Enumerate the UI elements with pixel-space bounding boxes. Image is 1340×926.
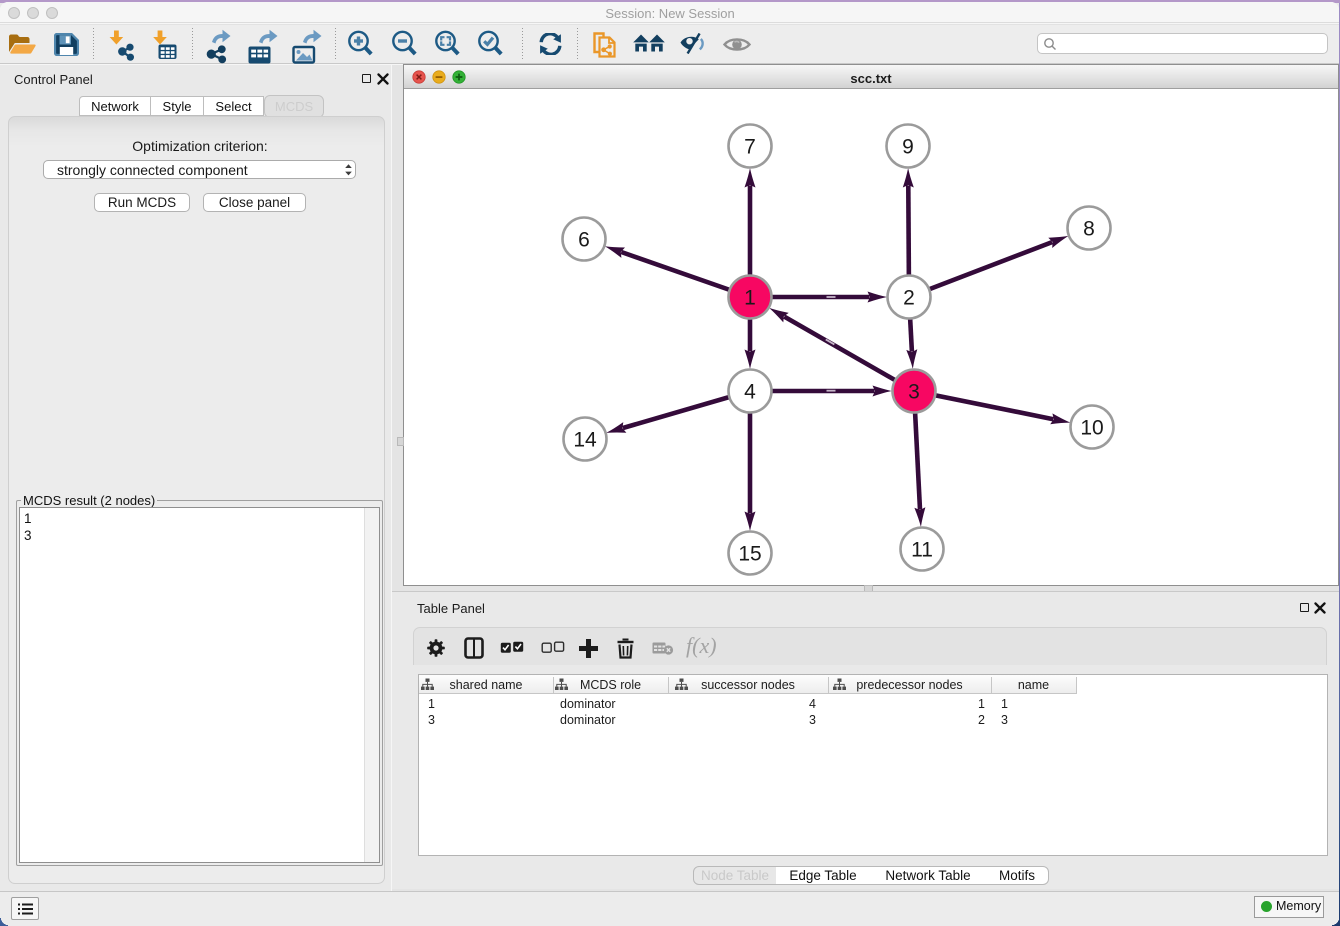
svg-text:14: 14 [573, 429, 597, 452]
svg-text:4: 4 [744, 381, 756, 404]
svg-text:2: 2 [903, 287, 915, 310]
svg-text:6: 6 [578, 229, 590, 252]
svg-text:1: 1 [744, 287, 756, 310]
svg-text:9: 9 [902, 136, 914, 159]
svg-text:10: 10 [1080, 417, 1103, 440]
svg-text:15: 15 [738, 543, 761, 566]
svg-text:8: 8 [1083, 218, 1095, 241]
svg-text:7: 7 [744, 136, 756, 159]
svg-text:11: 11 [911, 539, 933, 562]
svg-text:3: 3 [908, 381, 920, 404]
